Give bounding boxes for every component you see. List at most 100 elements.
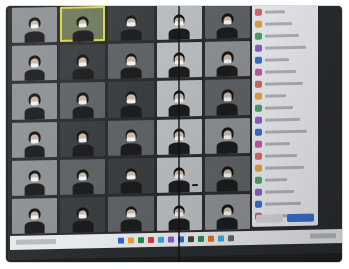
participant-tile[interactable]	[60, 196, 106, 233]
participant-body	[24, 183, 45, 196]
participant-figure	[120, 167, 142, 194]
participant-list-item[interactable]	[255, 138, 315, 149]
participant-body	[72, 144, 94, 157]
participant-body	[217, 64, 238, 77]
participant-mask	[126, 22, 136, 27]
participant-tile[interactable]	[12, 6, 58, 44]
participant-body	[72, 220, 94, 233]
participant-list-item[interactable]	[255, 30, 315, 41]
participant-tile[interactable]	[60, 120, 106, 157]
participant-list-item[interactable]	[255, 102, 315, 113]
avatar-icon	[255, 32, 262, 40]
panel-primary-button[interactable]	[287, 213, 314, 223]
avatar-icon	[255, 176, 262, 184]
participant-tile[interactable]	[108, 81, 154, 118]
taskbar-left-text	[16, 238, 56, 245]
participant-list-item[interactable]	[255, 114, 315, 125]
participant-figure	[72, 54, 94, 80]
participant-name-blur	[265, 153, 297, 158]
participant-tile[interactable]	[204, 41, 250, 78]
participant-figure	[24, 169, 45, 196]
taskbar-app-icon[interactable]	[128, 237, 134, 244]
avatar-icon	[255, 152, 262, 160]
participant-body	[72, 106, 94, 119]
participant-list-item[interactable]	[255, 162, 315, 173]
participant-list-item[interactable]	[255, 174, 315, 185]
participant-tile[interactable]	[12, 159, 58, 196]
taskbar-app-icon[interactable]	[168, 236, 174, 243]
participant-mask	[78, 23, 87, 29]
participant-figure	[217, 165, 238, 192]
participant-body	[217, 103, 238, 116]
screen-seam	[178, 6, 180, 262]
participant-list-item[interactable]	[255, 54, 315, 65]
participant-list-item[interactable]	[255, 90, 315, 101]
taskbar-app-icon[interactable]	[188, 236, 194, 243]
participant-name-blur	[265, 141, 290, 146]
participant-tile[interactable]	[108, 43, 154, 80]
participant-figure	[24, 17, 45, 43]
participant-body	[120, 143, 142, 156]
participant-list-item[interactable]	[255, 66, 315, 77]
participant-mask	[223, 58, 232, 64]
participant-name-blur	[265, 21, 292, 26]
participant-list-item[interactable]	[255, 18, 315, 29]
participant-tile[interactable]	[204, 155, 250, 192]
participant-tile[interactable]	[108, 119, 154, 156]
avatar-icon	[255, 140, 262, 148]
participant-figure	[120, 15, 142, 41]
participant-body	[72, 67, 94, 80]
participant-mask	[223, 20, 232, 25]
taskbar-app-icon[interactable]	[158, 236, 164, 243]
participant-mask	[30, 177, 39, 182]
participant-list-item[interactable]	[255, 126, 315, 137]
participant-body	[217, 179, 238, 192]
participant-name-blur	[265, 9, 285, 14]
avatar-icon	[255, 56, 262, 64]
participant-figure	[72, 130, 94, 157]
participant-list-item[interactable]	[255, 150, 315, 161]
avatar-icon	[255, 8, 262, 16]
participant-tile-active[interactable]	[60, 6, 106, 43]
participant-figure	[120, 205, 142, 232]
participant-tile[interactable]	[12, 197, 58, 234]
participant-tile[interactable]	[60, 158, 106, 195]
taskbar-app-icon[interactable]	[218, 235, 224, 242]
participant-tile[interactable]	[12, 83, 58, 120]
participant-tile[interactable]	[204, 193, 250, 230]
taskbar-app-icon[interactable]	[148, 236, 154, 244]
panel-secondary-button[interactable]	[256, 214, 283, 223]
avatar-icon	[255, 164, 262, 172]
participant-list-item[interactable]	[255, 198, 315, 209]
avatar-icon	[255, 128, 262, 136]
participant-mask	[30, 139, 39, 144]
taskbar-app-icon[interactable]	[138, 237, 144, 244]
participant-list-item[interactable]	[255, 42, 315, 53]
participant-tile[interactable]	[108, 157, 154, 194]
participant-tile[interactable]	[12, 45, 58, 82]
participant-tile[interactable]	[12, 121, 58, 158]
participant-name-blur	[265, 69, 296, 74]
participant-figure	[120, 91, 142, 118]
participant-mask	[30, 62, 39, 68]
taskbar-app-icon[interactable]	[228, 235, 234, 242]
taskbar-app-icon[interactable]	[118, 237, 124, 244]
participant-list-item[interactable]	[255, 78, 315, 89]
taskbar-app-icon[interactable]	[198, 235, 204, 243]
participant-figure	[217, 51, 238, 77]
participant-mask	[126, 175, 136, 180]
participant-list-item[interactable]	[255, 186, 315, 197]
participant-mask	[126, 99, 136, 104]
participant-tile[interactable]	[60, 44, 106, 81]
participant-tile[interactable]	[204, 79, 250, 116]
participant-tile[interactable]	[204, 6, 250, 40]
avatar-icon	[255, 80, 262, 88]
taskbar-app-icon[interactable]	[208, 235, 214, 242]
participant-tile[interactable]	[60, 82, 106, 119]
participant-name-blur	[265, 93, 286, 98]
participant-tile[interactable]	[108, 6, 154, 42]
participant-tile[interactable]	[204, 117, 250, 154]
participant-tile[interactable]	[108, 195, 154, 232]
participant-list-item[interactable]	[255, 6, 315, 17]
panel-footer	[256, 213, 314, 223]
